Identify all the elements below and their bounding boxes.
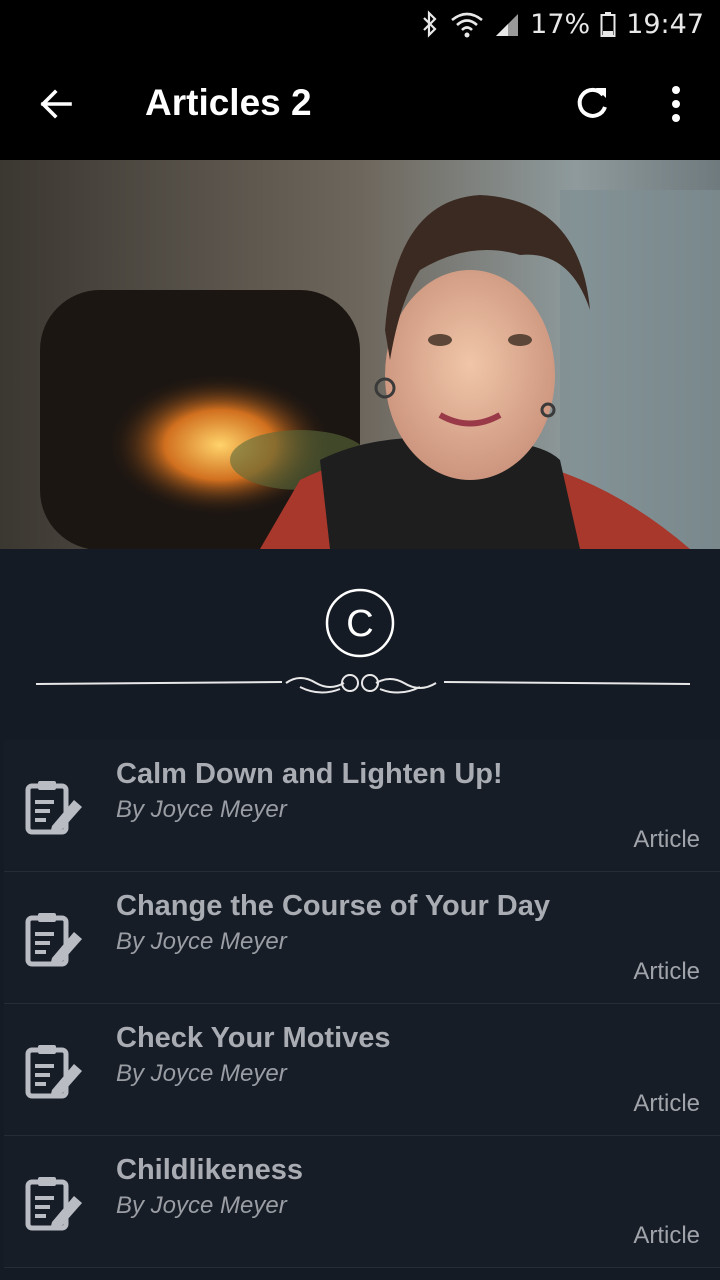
back-button[interactable] xyxy=(30,78,82,130)
list-item[interactable]: Childlikeness By Joyce Meyer Article xyxy=(4,1136,720,1268)
refresh-icon xyxy=(577,87,607,118)
more-options-button[interactable] xyxy=(652,78,700,130)
article-edit-icon xyxy=(25,781,82,835)
article-type: Article xyxy=(633,1090,700,1117)
article-author: By Joyce Meyer xyxy=(116,796,287,823)
article-title: Calm Down and Lighten Up! xyxy=(116,758,503,790)
article-author: By Joyce Meyer xyxy=(116,1192,287,1219)
arrow-left-icon xyxy=(40,89,72,119)
refresh-button[interactable] xyxy=(566,78,618,130)
article-type: Article xyxy=(633,826,700,853)
article-title: Childlikeness xyxy=(116,1154,303,1186)
article-edit-icon xyxy=(25,1045,82,1099)
signal-icon xyxy=(494,10,520,38)
article-title: Change the Course of Your Day xyxy=(116,890,550,922)
battery-percent: 17% xyxy=(530,8,591,40)
clock: 19:47 xyxy=(626,8,704,40)
section-emblem: C xyxy=(0,549,720,739)
bluetooth-icon xyxy=(420,10,440,38)
emblem-letter: C xyxy=(346,603,373,645)
article-author: By Joyce Meyer xyxy=(116,928,287,955)
page-title: Articles 2 xyxy=(145,82,312,123)
app-bar: Articles 2 xyxy=(0,48,720,160)
article-type: Article xyxy=(633,1222,700,1249)
article-edit-icon xyxy=(25,913,82,967)
article-type: Article xyxy=(633,958,700,985)
list-item[interactable]: Check Your Motives By Joyce Meyer Articl… xyxy=(4,1004,720,1136)
hero-image xyxy=(0,160,720,549)
more-vert-icon xyxy=(672,86,680,122)
battery-icon xyxy=(600,10,616,38)
wifi-icon xyxy=(450,10,484,38)
list-item[interactable]: Calm Down and Lighten Up! By Joyce Meyer… xyxy=(4,740,720,872)
status-bar: 17% 19:47 xyxy=(0,0,720,48)
article-author: By Joyce Meyer xyxy=(116,1060,287,1087)
list-item[interactable]: Change the Course of Your Day By Joyce M… xyxy=(4,872,720,1004)
article-list: Calm Down and Lighten Up! By Joyce Meyer… xyxy=(0,740,720,1268)
article-edit-icon xyxy=(25,1177,82,1231)
ornament-divider xyxy=(35,674,691,694)
article-title: Check Your Motives xyxy=(116,1022,391,1054)
